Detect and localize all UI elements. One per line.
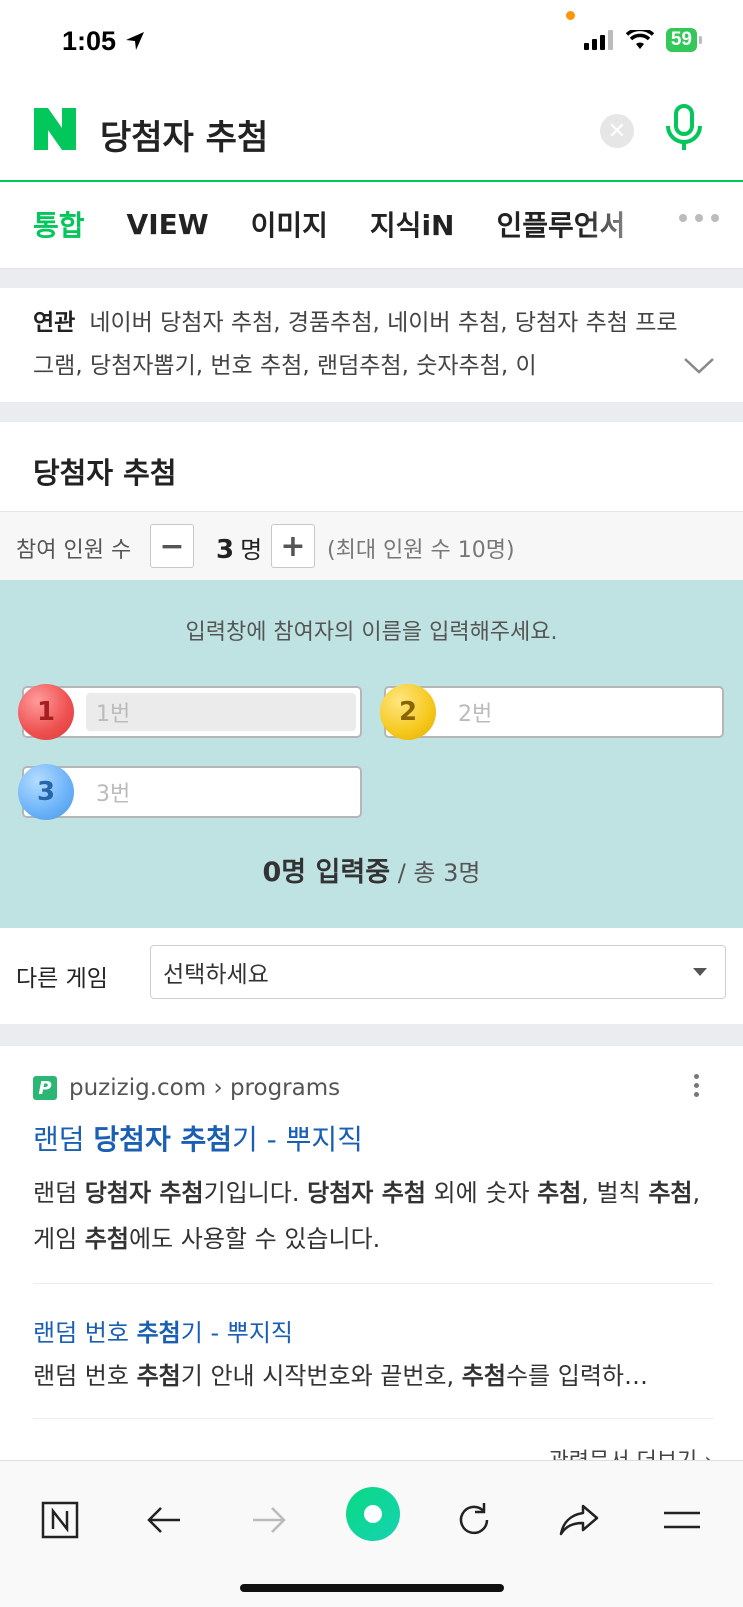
- naver-home-icon[interactable]: [37, 1497, 83, 1543]
- other-game-select[interactable]: 선택하세요: [150, 945, 726, 999]
- green-home-button[interactable]: [346, 1487, 400, 1541]
- result-description: 랜덤 당첨자 추첨기입니다. 당첨자 추첨 외에 숫자 추첨, 벌칙 추첨, 게…: [33, 1179, 701, 1253]
- tab-knowledge-in[interactable]: 지식iN: [370, 204, 455, 244]
- result-source[interactable]: P puzizig.com › programs: [33, 1075, 340, 1101]
- related-searches: 연관 네이버 당첨자 추첨, 경품추첨, 네이버 추첨, 당첨자 추첨 프로그램,…: [0, 288, 743, 402]
- section-divider: [0, 1024, 743, 1046]
- section-divider: [0, 402, 743, 422]
- menu-icon[interactable]: [659, 1497, 705, 1543]
- mic-icon[interactable]: [664, 104, 704, 158]
- increase-button[interactable]: +: [271, 524, 315, 568]
- ball-2-icon: 2: [380, 684, 436, 740]
- home-indicator: [240, 1584, 504, 1592]
- related-label: 연관: [33, 310, 76, 336]
- participant-1-input[interactable]: 1번: [86, 693, 356, 731]
- max-participants-note: (최대 인원 수 10명): [327, 538, 515, 563]
- divider: [33, 1283, 713, 1284]
- widget-title: 당첨자 추첨: [33, 456, 177, 490]
- tab-integrated[interactable]: 통합: [33, 204, 85, 244]
- back-arrow-icon[interactable]: [141, 1497, 187, 1543]
- site-favicon-icon: P: [33, 1076, 57, 1100]
- result-title-link[interactable]: 랜덤 당첨자 추첨기 - 뿌지직: [33, 1118, 363, 1158]
- status-icons: 59: [583, 28, 703, 52]
- entry-instruction: 입력창에 참여자의 이름을 입력해주세요.: [185, 620, 558, 645]
- clear-icon[interactable]: ✕: [600, 114, 634, 148]
- divider: [33, 1418, 713, 1419]
- participant-count: 3명: [216, 535, 263, 565]
- tab-images[interactable]: 이미지: [251, 204, 328, 244]
- sub-result-link[interactable]: 랜덤 번호 추첨기 - 뿌지직: [33, 1313, 293, 1348]
- participant-2-input[interactable]: 2번: [448, 693, 718, 731]
- location-arrow-icon: [125, 32, 144, 50]
- naver-logo[interactable]: [34, 108, 76, 154]
- battery-indicator: 59: [665, 28, 703, 52]
- tab-fade: [583, 182, 743, 266]
- search-header: 당첨자 추첨 ✕: [0, 88, 743, 182]
- search-input[interactable]: 당첨자 추첨: [100, 110, 268, 159]
- chevron-down-icon[interactable]: [683, 356, 715, 380]
- decrease-button[interactable]: −: [150, 524, 194, 568]
- ball-1-icon: 1: [18, 684, 74, 740]
- ball-3-icon: 3: [18, 764, 74, 820]
- entry-status: 0명 입력중 / 총 3명: [262, 857, 481, 888]
- dropdown-arrow-icon: [693, 968, 707, 976]
- other-game-label: 다른 게임: [16, 966, 108, 992]
- privacy-indicator: [566, 11, 575, 20]
- section-divider: [0, 268, 743, 289]
- result-url[interactable]: puzizig.com › programs: [69, 1075, 340, 1101]
- tab-view[interactable]: VIEW: [127, 208, 209, 241]
- count-label: 참여 인원 수: [16, 538, 132, 563]
- forward-arrow-icon[interactable]: [246, 1497, 292, 1543]
- more-options-icon[interactable]: [694, 1074, 699, 1097]
- status-time: 1:05: [62, 26, 146, 57]
- refresh-icon[interactable]: [451, 1497, 497, 1543]
- participant-count-bar: 참여 인원 수 − 3명 + (최대 인원 수 10명): [0, 511, 743, 581]
- other-game-row: 다른 게임 선택하세요: [0, 929, 743, 1021]
- participant-entry-area: 입력창에 참여자의 이름을 입력해주세요. 1번 1 2번 2 3번 3 0명 …: [0, 580, 743, 928]
- cellular-signal-icon: [583, 30, 613, 50]
- participant-3-input[interactable]: 3번: [86, 773, 356, 811]
- wifi-icon: [625, 30, 654, 49]
- more-tabs-icon[interactable]: [679, 214, 719, 222]
- share-icon[interactable]: [556, 1497, 602, 1543]
- related-keywords[interactable]: 연관 네이버 당첨자 추첨, 경품추첨, 네이버 추첨, 당첨자 추첨 프로그램,…: [33, 302, 693, 388]
- sub-result-description: 랜덤 번호 추첨기 안내 시작번호와 끝번호, 추첨수를 입력하…: [33, 1362, 648, 1390]
